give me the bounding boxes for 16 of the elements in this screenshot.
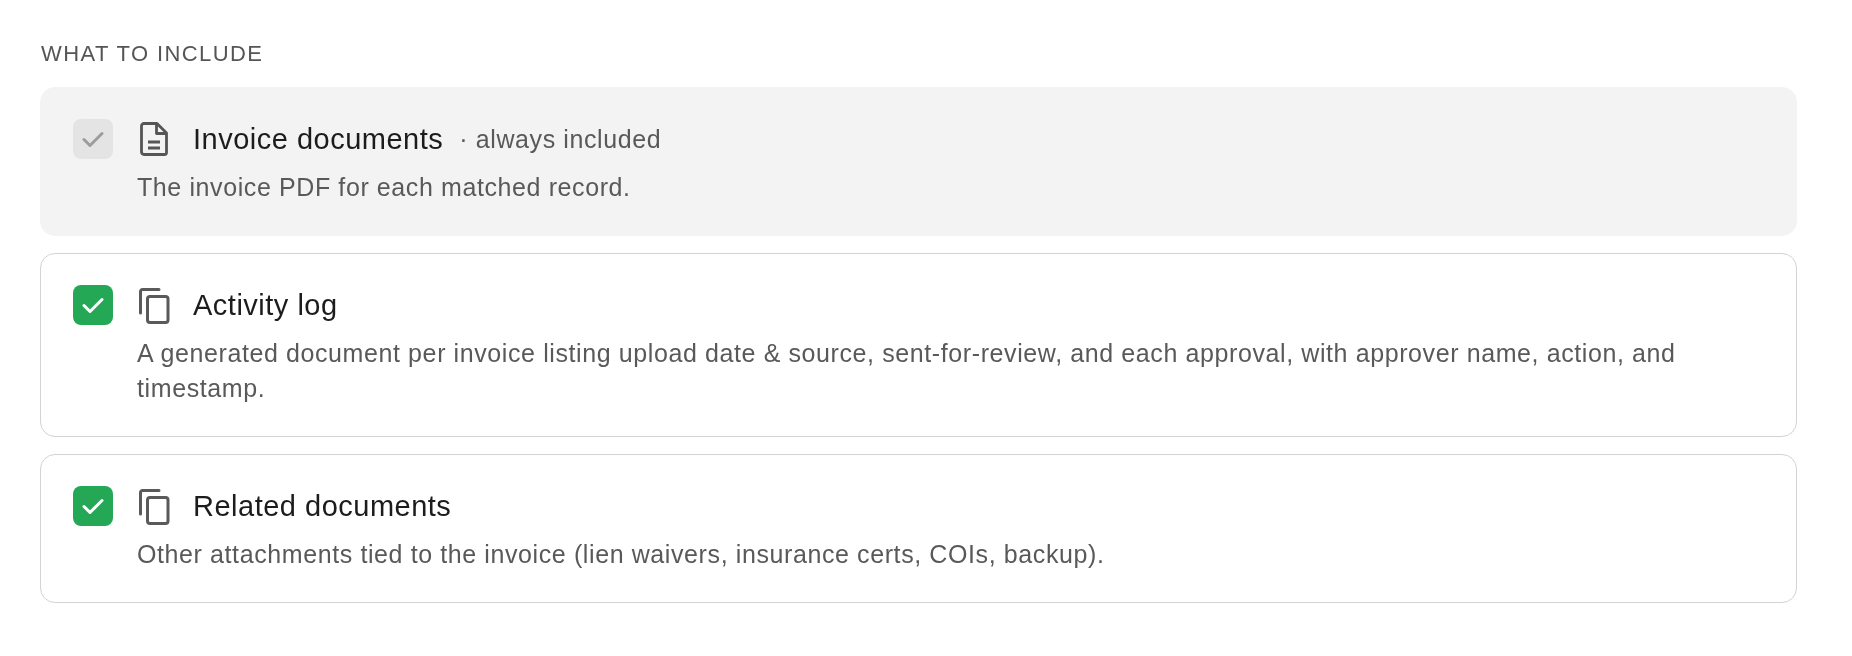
checkmark-icon xyxy=(82,296,104,314)
checkmark-icon xyxy=(82,497,104,515)
option-title: Related documents xyxy=(193,489,452,524)
copy-icon xyxy=(138,487,170,525)
copy-icon xyxy=(138,286,170,324)
section-heading: WHAT TO INCLUDE xyxy=(40,40,265,68)
checkbox[interactable] xyxy=(73,285,113,325)
checkmark-icon xyxy=(82,130,104,148)
option-note: · always included xyxy=(459,124,662,155)
option-description: The invoice PDF for each matched record. xyxy=(137,172,632,203)
option-description: A generated document per invoice listing upload date & source, sent-for-review, and each approval, with approver name, action, and timestamp. xyxy=(137,338,1677,404)
document-icon xyxy=(140,122,168,156)
checkbox[interactable] xyxy=(73,486,113,526)
option-description: Other attachments tied to the invoice (lien waivers, insurance certs, COIs, backup). xyxy=(137,539,1106,570)
option-title: Invoice documents xyxy=(193,122,444,157)
option-title: Activity log xyxy=(193,288,338,323)
